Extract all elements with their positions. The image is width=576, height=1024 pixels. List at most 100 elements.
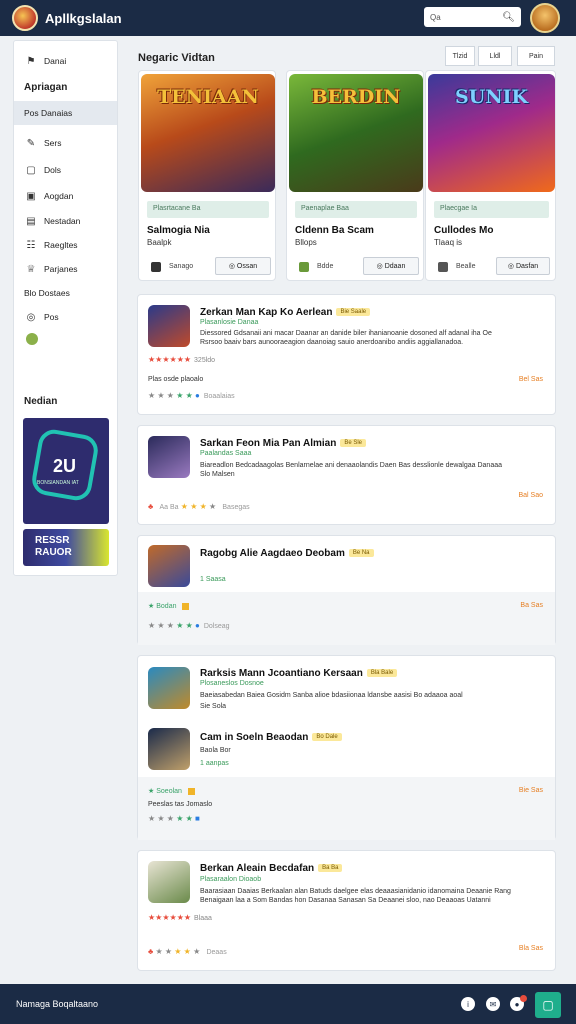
- item-meta: ★ ★ ★ ★ ★ ● Boaalaias: [148, 391, 235, 400]
- search-icon[interactable]: 🔍︎: [502, 12, 515, 23]
- user-avatar[interactable]: [530, 3, 560, 33]
- promo-card[interactable]: 2U BONSIANDAN IAT: [23, 418, 109, 524]
- item-description: Biareadlon Bedcadaagolas Benlarnelae ani…: [200, 462, 503, 478]
- item-badge: Be Sle: [340, 439, 367, 448]
- chat-icon[interactable]: ✉: [486, 997, 500, 1011]
- grid-icon: ☷: [26, 239, 36, 251]
- sidebar-item-aogdan[interactable]: ▣ Aogdan: [14, 183, 117, 209]
- item-green-label: ★ Bodan: [148, 602, 190, 610]
- item-price[interactable]: Ba Sas: [520, 602, 543, 609]
- game-cover-image: TENIAAN: [141, 74, 275, 192]
- row-band: [138, 777, 555, 840]
- item-meta: ★ ★ ★ ★ ★ ● Dolseag: [148, 621, 230, 630]
- game-thumbnail: [148, 305, 190, 347]
- game-cover-image: BERDIN: [289, 74, 423, 192]
- sidebar-item-parjanes[interactable]: ♕ Parjanes: [14, 257, 117, 281]
- sidebar: ⚑ Danai Apriagan Pos Danaias ✎ Sers ▢ Dols …: [13, 40, 118, 576]
- item-price[interactable]: Bel Sas: [519, 376, 543, 383]
- circle-icon: ◎: [26, 311, 36, 323]
- item-badge: Bla Bale: [366, 669, 398, 678]
- item-subtitle: Paalandas Saaa: [200, 450, 252, 457]
- card-type: Sanago: [169, 263, 194, 270]
- item-badge: Ba Ba: [318, 864, 343, 873]
- list-item[interactable]: Sarkan Feon Mia Pan Almian Be Sle Paaland…: [137, 425, 556, 525]
- item-price[interactable]: Bal Sao: [518, 492, 543, 499]
- item-title: Ragobg Alie Aagdaeo Deobam Be Na: [200, 548, 374, 559]
- tab-lldl[interactable]: Lldl: [478, 46, 512, 66]
- view-tabs: Tlzid Lldl Pain: [445, 46, 555, 66]
- chat-icon: ▢: [26, 164, 36, 176]
- item-note: Sie Sola: [200, 703, 227, 710]
- card-action-button[interactable]: ◎ Ossan: [215, 257, 271, 275]
- sidebar-item-raegltes[interactable]: ☷ Raegltes: [14, 233, 117, 257]
- list-item[interactable]: Rarksis Mann Jcoantiano Kersaan Bla Bale …: [137, 655, 556, 840]
- tab-tlzid[interactable]: Tlzid: [445, 46, 475, 66]
- search-placeholder: Qa: [430, 12, 441, 22]
- item-subtitle: 1 Saasa: [200, 576, 226, 583]
- item-meta: ♣ Aa Ba ★ ★ ★ ★ Basegas: [148, 502, 250, 511]
- card-action-button[interactable]: ◎ Dasfan: [496, 257, 550, 275]
- card-sub: Tlaaq is: [434, 238, 463, 247]
- trophy-icon: ♕: [26, 263, 36, 275]
- notification-dot: [520, 995, 527, 1002]
- rating-stars: ★★★★★★ 325ldo: [148, 355, 216, 364]
- item-subtitle: 1 aanpas: [200, 760, 229, 767]
- list-item[interactable]: Ragobg Alie Aagdaeo Deobam Be Na 1 Saasa …: [137, 535, 556, 645]
- item-badge: Be Na: [348, 549, 374, 558]
- sidebar-item-nestadan[interactable]: ▤ Nestadan: [14, 209, 117, 233]
- item-description: Baarasiaan Daaias Berkaalan alan Batuds …: [200, 888, 511, 904]
- card-name: Salmogia Nia: [147, 225, 210, 236]
- app-title: Apllkgslalan: [45, 10, 122, 26]
- promo-sub: BONSIANDAN IAT: [37, 480, 79, 486]
- eye-icon: ◎: [228, 263, 237, 270]
- item-subtitle: Baola Bor: [200, 747, 231, 754]
- featured-card[interactable]: TENIAAN Plasrtacane Ba Salmogia Nia Baal…: [138, 70, 276, 281]
- card-name: Cullodes Mo: [434, 225, 494, 236]
- list-item[interactable]: Zerkan Man Kap Ko Aerlean Bie Saale Plasa…: [137, 294, 556, 415]
- list-item[interactable]: Berkan Aleain Becdafan Ba Ba Plasaraalon …: [137, 850, 556, 971]
- sidebar-item-pos-danaias[interactable]: Pos Danaias: [14, 101, 117, 125]
- status-dot: [26, 333, 38, 345]
- sidebar-item-danai[interactable]: ⚑ Danai: [14, 49, 117, 73]
- item-subtitle: Plosaneslos Dosnoe: [200, 680, 264, 687]
- item-badge: Bie Saale: [336, 308, 371, 317]
- item-price[interactable]: Bie Sas: [519, 787, 543, 794]
- featured-card[interactable]: BERDIN Paenaplae Baa Cldenn Ba Scam Bllo…: [286, 70, 424, 281]
- compose-button[interactable]: ▢: [535, 992, 561, 1018]
- item-title: Cam in Soeln Beaodan Bo Dale: [200, 732, 342, 743]
- app-logo[interactable]: [12, 5, 38, 31]
- game-cover-image: SUNIK: [428, 74, 555, 192]
- sidebar-item-blo-dostaes[interactable]: Blo Dostaes: [14, 281, 117, 305]
- game-thumbnail: [148, 545, 190, 587]
- card-name: Cldenn Ba Scam: [295, 225, 374, 236]
- tab-pain[interactable]: Pain: [517, 46, 555, 66]
- sidebar-section-apriagan: Apriagan: [24, 81, 68, 93]
- search-input[interactable]: Qa 🔍︎: [424, 7, 521, 27]
- card-action-button[interactable]: ◎ Ddaan: [363, 257, 419, 275]
- card-type: Bdde: [317, 263, 334, 270]
- info-icon[interactable]: i: [461, 997, 475, 1011]
- sidebar-item-sers[interactable]: ✎ Sers: [14, 129, 117, 157]
- featured-card[interactable]: SUNIK Plaecgae Ia Cullodes Mo Tlaaq is B…: [425, 70, 556, 281]
- game-thumbnail: [148, 861, 190, 903]
- item-price[interactable]: Bla Sas: [519, 945, 543, 952]
- chart-icon: ▣: [26, 190, 36, 202]
- card-sub: Bllops: [295, 238, 317, 247]
- controller-icon: [151, 262, 161, 272]
- item-title: Berkan Aleain Becdafan Ba Ba: [200, 863, 343, 874]
- item-description: Diessored Gdsanaii ani macar Daanar an d…: [200, 330, 492, 346]
- eye-icon: ◎: [507, 263, 516, 270]
- promo-title: Nedian: [24, 396, 58, 407]
- row-band: [138, 592, 555, 645]
- item-title: Rarksis Mann Jcoantiano Kersaan Bla Bale: [200, 668, 398, 679]
- wrench-icon: ✎: [26, 137, 36, 149]
- item-note: Plas osde plaoalo: [148, 376, 204, 383]
- footer-text: Namaga Boqaltaano: [16, 999, 99, 1009]
- eye-icon: ◎: [376, 263, 385, 270]
- sidebar-item-pos[interactable]: ◎ Pos: [14, 305, 117, 329]
- card-sub: Baalpk: [147, 238, 172, 247]
- sidebar-item-dols[interactable]: ▢ Dols: [14, 157, 117, 183]
- item-meta: ★ ★ ★ ★ ★ ■: [148, 814, 200, 823]
- item-subtitle: Plasanlosie Danaa: [200, 319, 259, 326]
- promo-button[interactable]: RESSR RAUOR: [23, 529, 109, 566]
